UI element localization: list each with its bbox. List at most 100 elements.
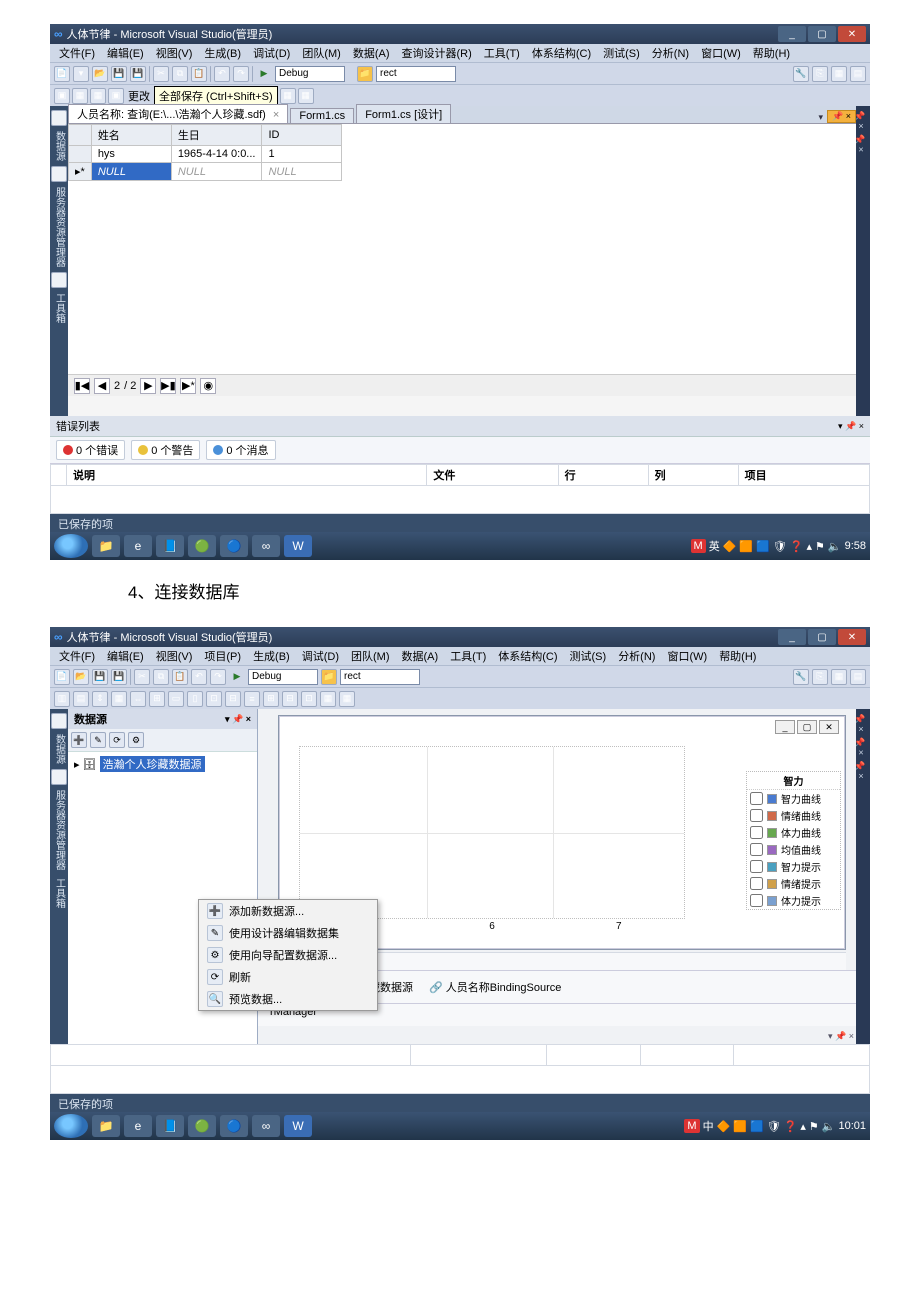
tool-icon[interactable]: 🔧: [793, 669, 809, 685]
menu-edit[interactable]: 编辑(E): [102, 647, 149, 665]
menu-data[interactable]: 数据(A): [348, 44, 395, 62]
explorer-icon[interactable]: 📁: [92, 535, 120, 557]
layout-icon[interactable]: ▦: [339, 691, 355, 707]
word-icon[interactable]: W: [284, 1115, 312, 1137]
app-icon[interactable]: 🟢: [188, 1115, 216, 1137]
menu-analyze[interactable]: 分析(N): [647, 44, 694, 62]
col-line[interactable]: 行: [558, 465, 648, 486]
menu-test[interactable]: 测试(S): [598, 44, 645, 62]
config-icon[interactable]: ⚙: [128, 732, 144, 748]
tray-item[interactable]: 🔗 人员名称BindingSource: [429, 979, 561, 995]
add-item-icon[interactable]: ▾: [73, 66, 89, 82]
cell-id[interactable]: NULL: [262, 163, 342, 181]
start-debug-icon[interactable]: ▶: [256, 66, 272, 82]
tray-icon[interactable]: ❓: [784, 1120, 798, 1133]
menu-help[interactable]: 帮助(H): [714, 647, 761, 665]
ime-icon[interactable]: M: [684, 1119, 699, 1133]
cell-birthday[interactable]: 1965-4-14 0:0...: [171, 146, 262, 163]
undo-icon[interactable]: ↶: [214, 66, 230, 82]
tray-icon[interactable]: 🔶: [723, 540, 737, 553]
ie-icon[interactable]: e: [124, 535, 152, 557]
tray-icon[interactable]: 🟦: [756, 540, 770, 553]
cell-birthday[interactable]: NULL: [171, 163, 262, 181]
undo-icon[interactable]: ↶: [191, 669, 207, 685]
vs-icon[interactable]: ∞: [252, 535, 280, 557]
col-name[interactable]: 姓名: [91, 125, 171, 146]
messages-tab[interactable]: 0 个消息: [206, 440, 275, 460]
toolbox-icon[interactable]: [51, 110, 67, 126]
tool-icon[interactable]: ▦: [831, 669, 847, 685]
tray-icon[interactable]: 🟦: [750, 1120, 764, 1133]
nav-new-icon[interactable]: ▶*: [180, 378, 196, 394]
menu-window[interactable]: 窗口(W): [696, 44, 746, 62]
legend-checkbox[interactable]: [750, 809, 763, 822]
add-ds-icon[interactable]: ➕: [71, 732, 87, 748]
toolbox-icon[interactable]: [51, 713, 67, 729]
tool-icon[interactable]: 🔧: [793, 66, 809, 82]
menu-project[interactable]: 项目(P): [199, 647, 246, 665]
volume-icon[interactable]: 🔈: [822, 1120, 836, 1133]
open-icon[interactable]: 📂: [73, 669, 89, 685]
col-id[interactable]: ID: [262, 125, 342, 146]
layout-icon[interactable]: ≡: [244, 691, 260, 707]
tray-icon[interactable]: 🔶: [717, 1120, 731, 1133]
ctx-refresh[interactable]: ⟳刷新: [199, 966, 377, 988]
menu-build[interactable]: 生成(B): [248, 647, 295, 665]
layout-icon[interactable]: ▥: [54, 691, 70, 707]
menu-analyze[interactable]: 分析(N): [613, 647, 660, 665]
nav-first-icon[interactable]: ▮◀: [74, 378, 90, 394]
chart-control[interactable]: 5 6 7: [299, 746, 685, 919]
explorer-icon[interactable]: 📁: [92, 1115, 120, 1137]
tray-icon[interactable]: 🟧: [733, 1120, 747, 1133]
menu-view[interactable]: 视图(V): [151, 647, 198, 665]
maximize-button[interactable]: ▢: [808, 26, 836, 42]
volume-icon[interactable]: 🔈: [828, 540, 842, 553]
doc-tab-form1cs[interactable]: Form1.cs: [290, 108, 354, 123]
doc-tab-form1design[interactable]: Form1.cs [设计]: [356, 104, 451, 123]
legend-checkbox[interactable]: [750, 894, 763, 907]
ie-icon[interactable]: e: [124, 1115, 152, 1137]
legend-checkbox[interactable]: [750, 860, 763, 873]
layout-icon[interactable]: ⊟: [282, 691, 298, 707]
col-col[interactable]: 列: [648, 465, 738, 486]
cut-icon[interactable]: ✂: [134, 669, 150, 685]
tray-icon[interactable]: 🛡: [767, 1120, 781, 1133]
server-explorer-icon[interactable]: [51, 166, 67, 182]
col-project[interactable]: 项目: [733, 1045, 869, 1066]
legend-checkbox[interactable]: [750, 877, 763, 890]
sidebar-tab[interactable]: 数据源: [52, 731, 67, 767]
sidebar-tab[interactable]: 工具箱: [52, 290, 67, 326]
layout-icon[interactable]: ▭: [168, 691, 184, 707]
expand-icon[interactable]: ▸: [74, 758, 80, 771]
menu-debug[interactable]: 调试(D): [297, 647, 344, 665]
sidebar-tab[interactable]: 服务器资源管理器: [52, 787, 67, 873]
col-col[interactable]: 列: [640, 1045, 733, 1066]
tray-icon[interactable]: 🟧: [739, 540, 753, 553]
error-table[interactable]: 文件 行 列 项目: [50, 1044, 870, 1094]
app-icon[interactable]: 📘: [156, 535, 184, 557]
layout-icon[interactable]: ▦: [320, 691, 336, 707]
grid-icon[interactable]: ▦: [72, 88, 88, 104]
nav-prev-icon[interactable]: ◀: [94, 378, 110, 394]
save-all-icon[interactable]: 💾: [111, 669, 127, 685]
tool-icon[interactable]: ⎘: [812, 66, 828, 82]
sidebar-tab[interactable]: 工具箱: [52, 875, 67, 911]
form-close-icon[interactable]: ✕: [819, 720, 839, 734]
ds-root-node[interactable]: 浩瀚个人珍藏数据源: [100, 756, 205, 772]
chart-legend[interactable]: 智力 智力曲线 情绪曲线 体力曲线 均值曲线 智力提示 情绪提示 体力提示: [746, 771, 841, 910]
legend-checkbox[interactable]: [750, 843, 763, 856]
tool-icon[interactable]: ▤: [850, 66, 866, 82]
col-file[interactable]: 文件: [427, 465, 558, 486]
redo-icon[interactable]: ↷: [233, 66, 249, 82]
nav-next-icon[interactable]: ▶: [140, 378, 156, 394]
app-icon[interactable]: 🔵: [220, 535, 248, 557]
copy-icon[interactable]: ⧉: [153, 669, 169, 685]
refresh-icon[interactable]: ⟳: [109, 732, 125, 748]
layout-icon[interactable]: ⇔: [130, 691, 146, 707]
menu-file[interactable]: 文件(F): [54, 647, 100, 665]
ds-tree[interactable]: ▸ 🗄 浩瀚个人珍藏数据源: [68, 752, 257, 776]
menu-team[interactable]: 团队(M): [297, 44, 346, 62]
new-project-icon[interactable]: 📄: [54, 66, 70, 82]
word-icon[interactable]: W: [284, 535, 312, 557]
tray-icon[interactable]: 🛡: [773, 540, 787, 553]
